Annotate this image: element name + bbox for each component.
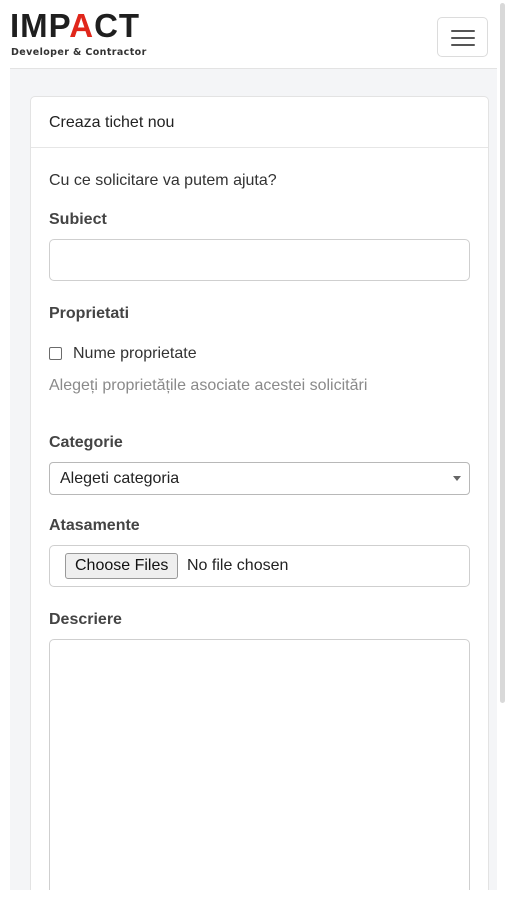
new-ticket-card: Creaza tichet nou Cu ce solicitare va pu… <box>30 96 489 890</box>
logo-accent-letter: A <box>69 7 95 44</box>
card-title: Creaza tichet nou <box>31 97 488 148</box>
brand-logo[interactable]: IMPACT Developer & Contractor <box>10 8 170 62</box>
subject-label: Subiect <box>49 211 107 228</box>
properties-help-text: Alegeți proprietățile asociate acestei s… <box>49 377 368 394</box>
category-label: Categorie <box>49 434 123 451</box>
page-frame: IMPACT Developer & Contractor Creaza tic… <box>10 0 497 890</box>
menu-toggle-button[interactable] <box>437 17 488 57</box>
choose-files-button[interactable]: Choose Files <box>65 553 179 579</box>
form-prompt: Cu ce solicitare va putem ajuta? <box>49 172 277 189</box>
page-scrollbar[interactable] <box>497 0 507 890</box>
dropdown-arrow-icon <box>453 476 461 481</box>
properties-label: Proprietati <box>49 305 130 322</box>
attachments-label: Atasamente <box>49 517 140 534</box>
subject-input[interactable] <box>49 239 470 281</box>
category-selected-value: Alegeti categoria <box>60 470 180 487</box>
category-select[interactable]: Alegeti categoria <box>49 462 470 495</box>
logo-wordmark: IMPACT <box>10 7 141 44</box>
description-label: Descriere <box>49 611 122 628</box>
description-textarea[interactable] <box>49 639 470 890</box>
logo-tagline: Developer & Contractor <box>11 47 147 58</box>
scrollbar-thumb[interactable] <box>500 3 505 703</box>
property-option-label[interactable]: Nume proprietate <box>73 345 197 363</box>
navbar: IMPACT Developer & Contractor <box>10 0 497 69</box>
file-status-text: No file chosen <box>187 557 289 574</box>
property-checkbox[interactable] <box>49 347 62 360</box>
attachments-file-input[interactable]: Choose Files No file chosen <box>49 545 470 587</box>
